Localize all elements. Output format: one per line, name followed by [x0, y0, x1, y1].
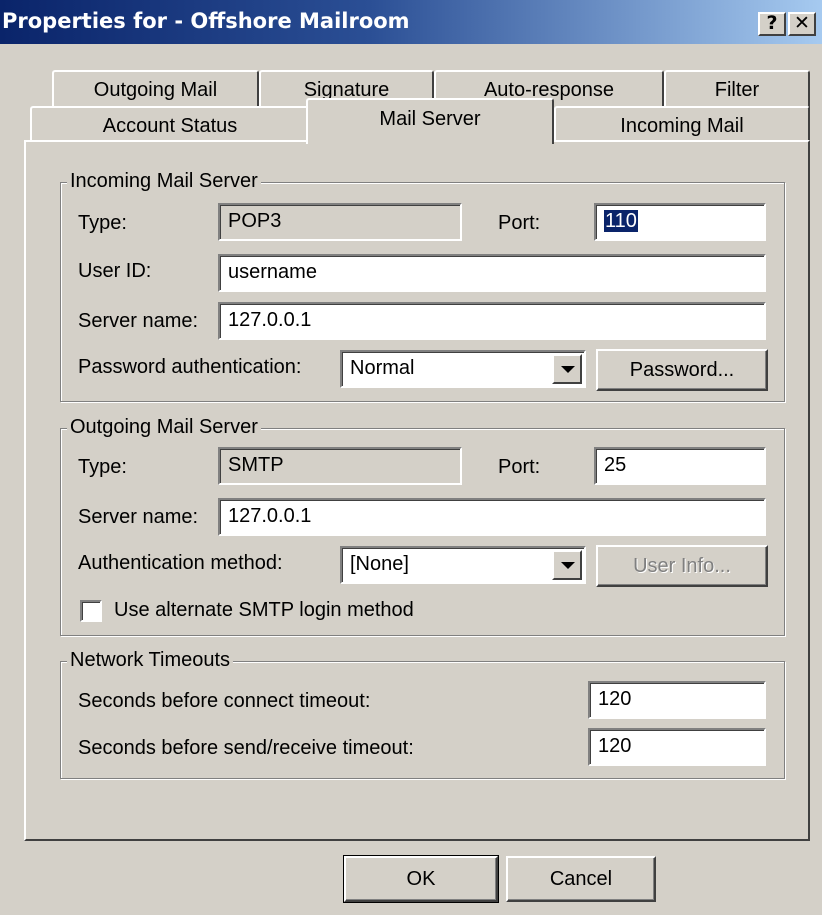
tab-incoming-mail[interactable]: Incoming Mail	[554, 106, 810, 142]
incoming-type-label: Type:	[78, 212, 127, 234]
password-auth-select[interactable]: Normal	[340, 350, 586, 388]
outgoing-type-field: SMTP	[218, 447, 462, 485]
incoming-port-input[interactable]: 110	[594, 203, 766, 241]
close-button[interactable]: ✕	[788, 12, 816, 36]
help-button[interactable]: ?	[758, 12, 786, 36]
tab-outgoing-mail[interactable]: Outgoing Mail	[52, 70, 259, 110]
user-info-button: User Info...	[596, 545, 768, 587]
properties-dialog: Properties for - Offshore Mailroom ? ✕ O…	[0, 0, 822, 915]
title-bar[interactable]: Properties for - Offshore Mailroom ? ✕	[0, 0, 822, 44]
incoming-server-name-label: Server name:	[78, 310, 199, 332]
outgoing-port-input[interactable]: 25	[594, 447, 766, 485]
tab-account-status[interactable]: Account Status	[30, 106, 310, 142]
outgoing-port-label: Port:	[498, 456, 541, 478]
chevron-down-icon[interactable]	[552, 354, 582, 384]
chevron-down-icon[interactable]	[552, 550, 582, 580]
connect-timeout-label: Seconds before connect timeout:	[78, 690, 371, 712]
sendrecv-timeout-label: Seconds before send/receive timeout:	[78, 737, 414, 759]
incoming-type-field: POP3	[218, 203, 462, 241]
password-button[interactable]: Password...	[596, 349, 768, 391]
tab-filter[interactable]: Filter	[664, 70, 810, 110]
outgoing-server-legend: Outgoing Mail Server	[67, 416, 261, 439]
window-title: Properties for - Offshore Mailroom	[2, 9, 410, 33]
auth-method-label: Authentication method:	[78, 552, 283, 574]
ok-button[interactable]: OK	[343, 855, 499, 903]
outgoing-server-name-label: Server name:	[78, 506, 199, 528]
outgoing-type-label: Type:	[78, 456, 127, 478]
sendrecv-timeout-input[interactable]: 120	[588, 728, 766, 766]
auth-method-select[interactable]: [None]	[340, 546, 586, 584]
connect-timeout-input[interactable]: 120	[588, 681, 766, 719]
user-id-label: User ID:	[78, 260, 152, 282]
incoming-port-label: Port:	[498, 212, 541, 234]
auth-method-value: [None]	[350, 553, 409, 575]
password-auth-value: Normal	[350, 357, 415, 379]
password-auth-label: Password authentication:	[78, 356, 302, 378]
cancel-button[interactable]: Cancel	[506, 856, 656, 902]
incoming-server-name-input[interactable]: 127.0.0.1	[218, 302, 766, 340]
incoming-server-legend: Incoming Mail Server	[67, 170, 261, 193]
user-id-input[interactable]: username	[218, 254, 766, 292]
outgoing-server-name-input[interactable]: 127.0.0.1	[218, 498, 766, 536]
network-timeouts-legend: Network Timeouts	[67, 649, 234, 672]
alt-login-checkbox[interactable]	[80, 600, 102, 622]
alt-login-label: Use alternate SMTP login method	[114, 599, 414, 621]
tab-mail-server[interactable]: Mail Server	[306, 98, 554, 144]
